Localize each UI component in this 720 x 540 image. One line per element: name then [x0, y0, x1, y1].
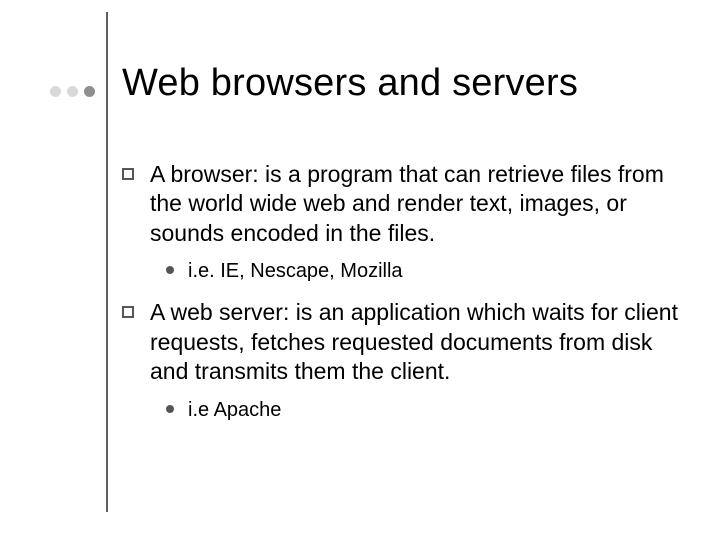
square-bullet-icon — [122, 168, 134, 180]
list-item: i.e. IE, Nescape, Mozilla — [166, 258, 682, 284]
dot-icon — [50, 86, 61, 97]
round-bullet-icon — [166, 405, 174, 413]
dot-icon — [84, 86, 95, 97]
list-item: i.e Apache — [166, 397, 682, 423]
round-bullet-icon — [166, 266, 174, 274]
list-item: A browser: is a program that can retriev… — [122, 160, 682, 248]
decorative-dots — [50, 86, 95, 97]
dot-icon — [67, 86, 78, 97]
vertical-divider — [106, 12, 108, 512]
slide-body: A browser: is a program that can retriev… — [122, 160, 682, 437]
bullet-text: i.e Apache — [188, 397, 281, 423]
square-bullet-icon — [122, 306, 134, 318]
slide-title: Web browsers and servers — [122, 62, 578, 105]
bullet-text: i.e. IE, Nescape, Mozilla — [188, 258, 403, 284]
bullet-text: A web server: is an application which wa… — [150, 298, 682, 386]
bullet-text: A browser: is a program that can retriev… — [150, 160, 682, 248]
list-item: A web server: is an application which wa… — [122, 298, 682, 386]
slide: Web browsers and servers A browser: is a… — [0, 0, 720, 540]
